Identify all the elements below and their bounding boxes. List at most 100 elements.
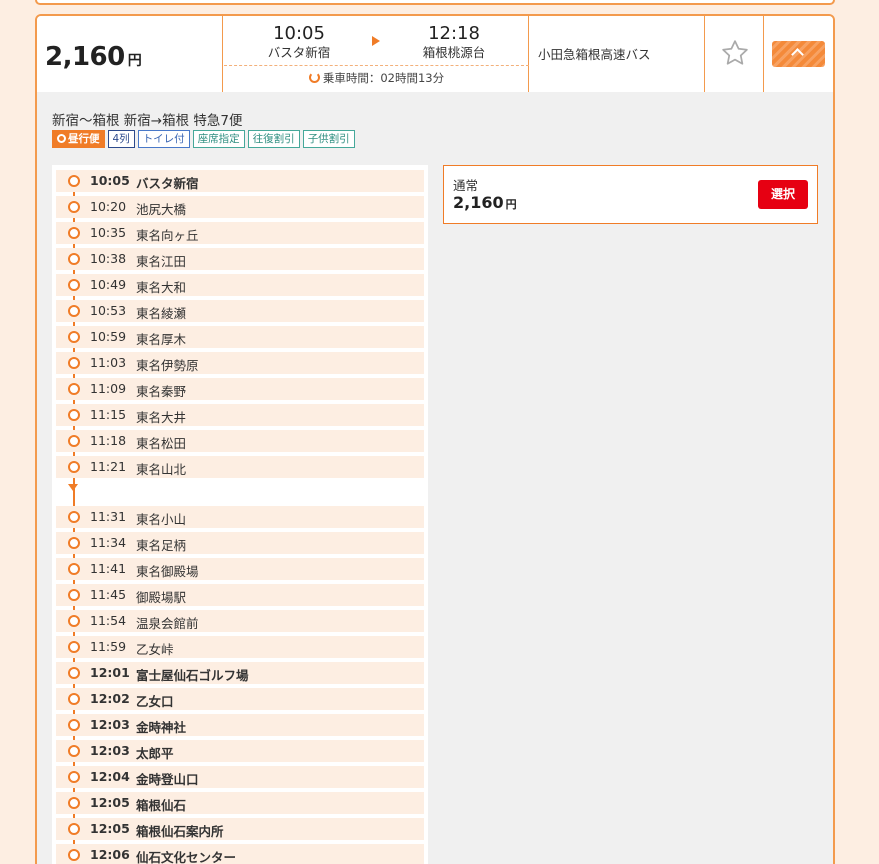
stop-time: 12:04 bbox=[90, 769, 130, 784]
stop-dot-icon bbox=[68, 537, 80, 549]
fare-price-value: 2,160 bbox=[453, 193, 504, 212]
stop-dot-icon bbox=[68, 279, 80, 291]
stop-row: 11:21 東名山北 bbox=[56, 456, 424, 478]
stop-time: 10:38 bbox=[90, 251, 127, 266]
stop-time: 12:05 bbox=[90, 821, 130, 836]
stop-name: 御殿場駅 bbox=[136, 590, 187, 605]
tag-label: 往復割引 bbox=[252, 133, 295, 145]
stop-row: 12:04 金時登山口 bbox=[56, 766, 424, 788]
stop-name: 東名厚木 bbox=[136, 332, 187, 347]
stop-row: 11:18 東名松田 bbox=[56, 430, 424, 452]
result-summary: 2,160 円 10:05 バスタ新宿 12:18 箱根桃源台 乗車時間：02時間… bbox=[37, 16, 833, 92]
stop-name: 乙女峠 bbox=[136, 642, 174, 657]
price-unit: 円 bbox=[127, 53, 142, 69]
arrival-stop: 箱根桃源台 bbox=[422, 45, 486, 60]
stop-time: 11:34 bbox=[90, 535, 127, 550]
tag-label: 子供割引 bbox=[307, 133, 350, 145]
stop-dot-icon bbox=[68, 201, 80, 213]
stop-name: 金時神社 bbox=[136, 720, 187, 735]
stop-name: 仙石文化センター bbox=[136, 850, 237, 864]
stop-name: 東名足柄 bbox=[136, 538, 187, 553]
stop-row: 12:06 仙石文化センター bbox=[56, 844, 424, 864]
stop-dot-icon bbox=[68, 253, 80, 265]
route-title: 新宿〜箱根 新宿→箱根 特急7便 bbox=[52, 113, 243, 129]
stop-row: 12:03 太郎平 bbox=[56, 740, 424, 762]
price-value: 2,160 bbox=[45, 42, 125, 72]
arrival-time: 12:18 bbox=[428, 23, 480, 44]
star-icon[interactable] bbox=[720, 38, 750, 68]
arrival: 12:18 箱根桃源台 bbox=[384, 24, 524, 61]
stop-name: 東名秦野 bbox=[136, 384, 187, 399]
chevron-up-icon bbox=[791, 48, 804, 61]
stop-name: 太郎平 bbox=[136, 746, 174, 761]
tag-4: 往復割引 bbox=[247, 130, 300, 148]
stop-time: 12:05 bbox=[90, 795, 130, 810]
stop-name: 箱根仙石案内所 bbox=[136, 824, 224, 839]
stop-row: 11:15 東名大井 bbox=[56, 404, 424, 426]
stop-time: 11:03 bbox=[90, 355, 127, 370]
company-name: 小田急箱根高速バス bbox=[538, 47, 651, 62]
stop-time: 12:02 bbox=[90, 691, 130, 706]
departure-stop: バスタ新宿 bbox=[267, 45, 331, 60]
stop-name: 東名綾瀬 bbox=[136, 306, 187, 321]
time-top: 10:05 バスタ新宿 12:18 箱根桃源台 bbox=[224, 16, 529, 66]
favorite-cell bbox=[706, 16, 764, 92]
departure-time: 10:05 bbox=[273, 23, 325, 44]
stop-name: 富士屋仙石ゴルフ場 bbox=[136, 668, 249, 683]
previous-result-card-edge bbox=[35, 0, 835, 5]
stop-row: 11:41 東名御殿場 bbox=[56, 558, 424, 580]
stop-row: 11:03 東名伊勢原 bbox=[56, 352, 424, 374]
stop-row: 11:54 温泉会館前 bbox=[56, 610, 424, 632]
bus-result-card: 2,160 円 10:05 バスタ新宿 12:18 箱根桃源台 乗車時間：02時間… bbox=[35, 14, 835, 864]
stop-time: 10:59 bbox=[90, 329, 127, 344]
price: 2,160 円 bbox=[45, 42, 142, 72]
stop-dot-icon bbox=[68, 461, 80, 473]
tag-2: トイレ付 bbox=[137, 130, 190, 148]
stop-time: 10:53 bbox=[90, 303, 127, 318]
stop-time: 10:35 bbox=[90, 225, 127, 240]
stop-dot-icon bbox=[68, 849, 80, 861]
stop-time: 11:18 bbox=[90, 433, 127, 448]
stop-name: 東名江田 bbox=[136, 254, 187, 269]
stop-dot-icon bbox=[68, 719, 80, 731]
tag-0: 昼行便 bbox=[52, 130, 105, 148]
stop-row: 10:53 東名綾瀬 bbox=[56, 300, 424, 322]
stop-dot-icon bbox=[68, 667, 80, 679]
stop-row: 11:09 東名秦野 bbox=[56, 378, 424, 400]
fare-option: 通常 2,160 円 選択 bbox=[443, 165, 818, 224]
stop-name: 東名山北 bbox=[136, 462, 187, 477]
stop-name: 東名向ヶ丘 bbox=[136, 228, 199, 243]
tag-3: 座席指定 bbox=[192, 130, 245, 148]
select-button[interactable]: 選択 bbox=[758, 180, 808, 209]
stop-name: バスタ新宿 bbox=[136, 176, 199, 191]
tag-label: 4列 bbox=[112, 133, 130, 145]
stop-row: 12:01 富士屋仙石ゴルフ場 bbox=[56, 662, 424, 684]
stop-name: 東名大井 bbox=[136, 410, 187, 425]
stop-name: 東名小山 bbox=[136, 512, 187, 527]
departure: 10:05 バスタ新宿 bbox=[229, 24, 369, 61]
stop-dot-icon bbox=[68, 435, 80, 447]
fare-label: 通常 bbox=[453, 178, 479, 193]
stop-dot-icon bbox=[68, 745, 80, 757]
stop-name: 池尻大橋 bbox=[136, 202, 187, 217]
arrow-right-icon bbox=[372, 36, 380, 46]
stop-row: 10:35 東名向ヶ丘 bbox=[56, 222, 424, 244]
stop-dot-icon bbox=[68, 227, 80, 239]
stop-dot-icon bbox=[68, 357, 80, 369]
tag-1: 4列 bbox=[107, 130, 135, 148]
feature-tags: 昼行便 4列 トイレ付 座席指定 往復割引 子供割引 bbox=[52, 130, 355, 150]
stop-row: 12:02 乙女口 bbox=[56, 688, 424, 710]
collapse-button[interactable] bbox=[772, 41, 825, 67]
duration-text: 乗車時間：02時間13分 bbox=[322, 71, 445, 85]
stop-name: 東名伊勢原 bbox=[136, 358, 199, 373]
stop-time: 11:31 bbox=[90, 509, 127, 524]
stop-name: 東名大和 bbox=[136, 280, 187, 295]
stop-time: 10:49 bbox=[90, 277, 127, 292]
stop-row: 10:20 池尻大橋 bbox=[56, 196, 424, 218]
stop-dot-icon bbox=[68, 409, 80, 421]
stop-time: 11:45 bbox=[90, 587, 127, 602]
stop-dot-icon bbox=[68, 383, 80, 395]
stop-dot-icon bbox=[68, 305, 80, 317]
stop-row: 12:03 金時神社 bbox=[56, 714, 424, 736]
stop-row: 11:59 乙女峠 bbox=[56, 636, 424, 658]
